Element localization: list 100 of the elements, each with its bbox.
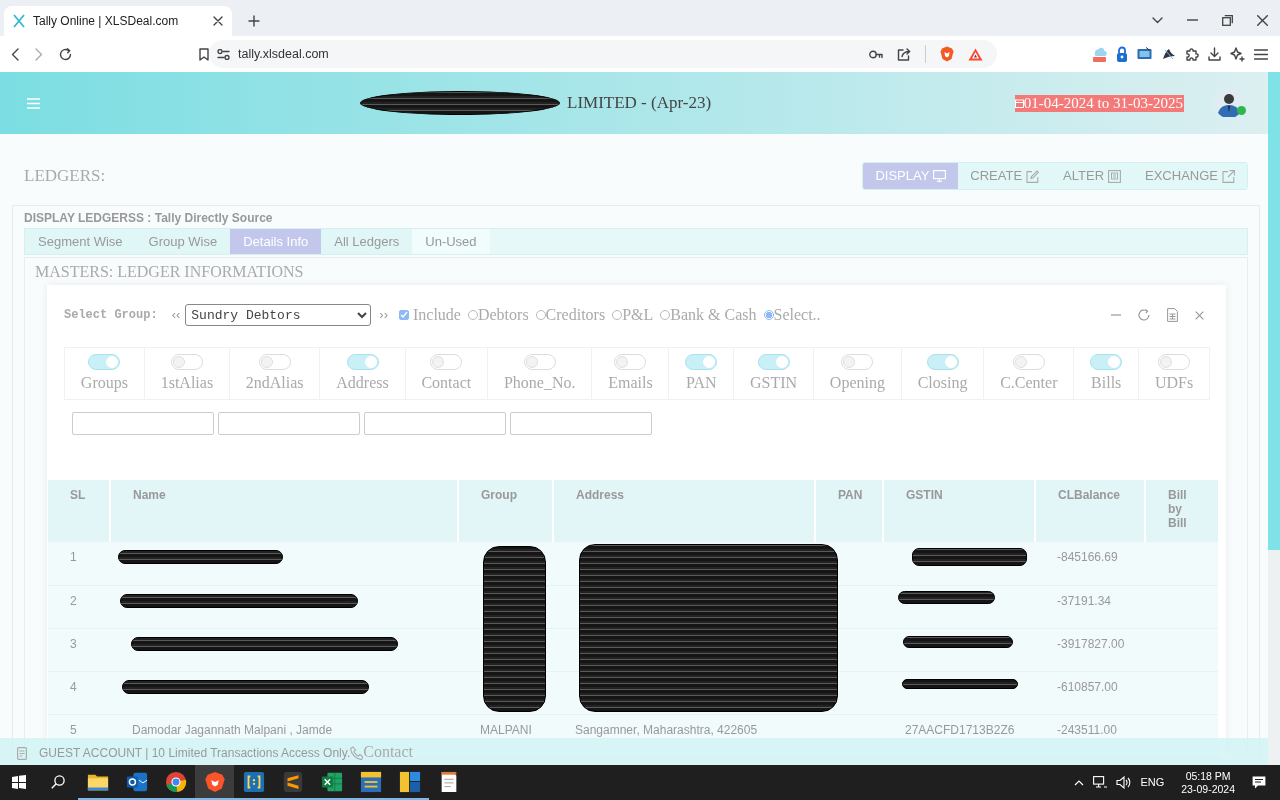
new-tab-icon[interactable] xyxy=(248,14,260,27)
column-toggle[interactable] xyxy=(685,354,718,370)
bookmark-icon[interactable] xyxy=(199,48,209,62)
exchange-button[interactable]: EXCHANGE xyxy=(1133,163,1247,189)
key-icon[interactable] xyxy=(869,49,883,59)
contact-link[interactable]: Contact xyxy=(350,744,413,760)
group-type-label: P&L xyxy=(622,306,654,324)
search-field[interactable] xyxy=(510,412,652,435)
panel-tab[interactable]: Details Info xyxy=(230,229,322,254)
chevron-tile-icon xyxy=(281,770,304,793)
forward-icon[interactable] xyxy=(35,47,43,61)
column-toggle[interactable] xyxy=(1158,354,1190,370)
reload-icon[interactable] xyxy=(59,47,72,61)
gstin-text: 27AACFD1713B2Z6 xyxy=(905,722,1015,737)
column-toggle[interactable] xyxy=(430,354,463,370)
menu-icon[interactable] xyxy=(1254,48,1268,60)
close-icon[interactable] xyxy=(213,16,223,26)
shield-icon[interactable] xyxy=(940,46,954,62)
row-number: 1 xyxy=(70,550,77,564)
group-select[interactable]: Sundry Debtors xyxy=(185,304,372,326)
browser-tab[interactable]: Tally Online | XLSDeal.com xyxy=(4,6,232,36)
column-toggle[interactable] xyxy=(1090,354,1123,370)
restore-icon[interactable] xyxy=(1222,14,1233,26)
user-avatar-icon[interactable] xyxy=(1215,89,1243,117)
cloud-badge-icon[interactable] xyxy=(1092,46,1107,62)
address-bar[interactable]: tally.xlsdeal.com xyxy=(209,40,997,68)
triangle-icon[interactable] xyxy=(968,47,983,61)
column-toggle[interactable] xyxy=(841,354,874,370)
column-toggle[interactable] xyxy=(346,354,379,370)
column-label: Address xyxy=(336,374,389,392)
closing-balance: -3917827.00 xyxy=(1057,636,1125,651)
monitor-icon[interactable] xyxy=(1137,47,1152,61)
search-field[interactable] xyxy=(364,412,506,435)
refresh-icon[interactable] xyxy=(1138,309,1150,321)
panel-tab[interactable]: Segment Wise xyxy=(25,229,136,254)
previous-group-button[interactable]: ‹‹ xyxy=(171,305,181,325)
panel-tab[interactable]: All Ledgers xyxy=(321,229,413,254)
network-icon[interactable] xyxy=(1093,776,1108,789)
download-icon[interactable] xyxy=(1208,47,1221,61)
search-field[interactable] xyxy=(72,412,214,435)
account-notice: GUEST ACCOUNT | 10 Limited Transactions Access Only. xyxy=(39,746,351,760)
alter-button[interactable]: ALTER xyxy=(1051,163,1134,189)
close-icon[interactable] xyxy=(1257,14,1268,26)
external-link-icon xyxy=(1222,169,1235,183)
closing-balance: -243511.00 xyxy=(1057,722,1117,737)
volume-icon[interactable] xyxy=(1116,776,1132,789)
lock-icon[interactable] xyxy=(1116,46,1128,62)
triangle-logo-icon[interactable] xyxy=(1161,47,1176,61)
row-number: 4 xyxy=(70,679,77,694)
column-toggle[interactable] xyxy=(614,354,647,370)
panel-title: DISPLAY LEDGERSS : Tally Directly Source xyxy=(24,211,274,225)
company-title: LIMITED - (Apr-23) xyxy=(567,92,712,115)
notification-icon[interactable] xyxy=(1252,776,1266,789)
column-toggle[interactable] xyxy=(523,354,556,370)
bars-tile-icon xyxy=(359,770,382,793)
panel-tab[interactable]: Un-Used xyxy=(412,229,490,254)
row-number: 2 xyxy=(70,593,77,608)
search-icon xyxy=(51,774,65,789)
section-title: MASTERS: LEDGER INFORMATIONS xyxy=(35,264,305,280)
site-settings-icon[interactable] xyxy=(217,48,230,60)
select-group-label: Select Group: xyxy=(64,307,158,324)
scrollbar-thumb[interactable] xyxy=(1268,72,1280,550)
chevron-down-icon[interactable] xyxy=(1152,16,1163,24)
sparkle-icon[interactable] xyxy=(1230,46,1245,62)
column-toggle[interactable] xyxy=(926,354,959,370)
include-label: Include xyxy=(412,306,461,324)
share-icon[interactable] xyxy=(897,47,911,61)
page-scrollbar[interactable] xyxy=(1268,72,1280,765)
column-toggle[interactable] xyxy=(1012,354,1045,370)
phone-icon xyxy=(350,746,364,760)
group-type-radio[interactable] xyxy=(612,310,623,320)
column-header: CLBalance xyxy=(1058,488,1121,502)
next-group-button[interactable]: ›› xyxy=(379,305,388,325)
language-indicator[interactable]: ENG xyxy=(1140,774,1165,791)
edit-icon xyxy=(1026,169,1040,183)
back-icon[interactable] xyxy=(11,47,19,61)
column-toggle[interactable] xyxy=(170,354,203,370)
column-label: Contact xyxy=(421,374,472,392)
monitor-icon xyxy=(933,169,947,183)
search-field[interactable] xyxy=(218,412,360,435)
group-type-radio[interactable] xyxy=(660,310,671,320)
column-label: Opening xyxy=(829,374,885,392)
column-toggle[interactable] xyxy=(258,354,291,370)
include-checkbox[interactable] xyxy=(398,310,409,320)
group-type-radio[interactable] xyxy=(467,310,478,320)
column-toggle[interactable] xyxy=(88,354,121,370)
panel-tab[interactable]: Group Wise xyxy=(135,229,231,254)
closing-balance: -610857.00 xyxy=(1057,679,1118,694)
group-type-label: Debtors xyxy=(477,306,529,324)
puzzle-icon[interactable] xyxy=(1185,47,1199,61)
group-type-radio[interactable] xyxy=(535,310,546,320)
column-label: Bills xyxy=(1091,374,1122,392)
display-button[interactable]: DISPLAY xyxy=(863,163,959,189)
spreadsheet-icon[interactable] xyxy=(1167,308,1178,322)
chevron-up-icon[interactable] xyxy=(1074,779,1085,786)
create-button[interactable]: CREATE xyxy=(958,163,1052,189)
column-toggle[interactable] xyxy=(757,354,790,370)
group-type-radio[interactable] xyxy=(763,310,774,320)
column-label: UDFs xyxy=(1154,374,1194,392)
clock-time: 05:18 PM xyxy=(1184,769,1232,783)
